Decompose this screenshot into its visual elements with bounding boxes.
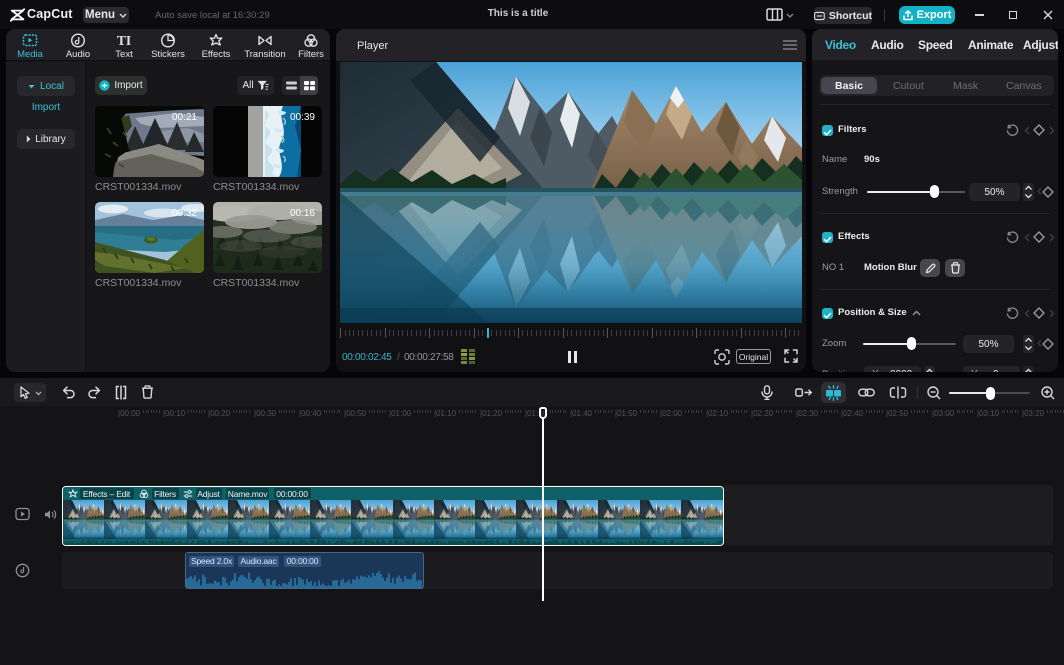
svg-text:TI: TI bbox=[117, 33, 131, 48]
